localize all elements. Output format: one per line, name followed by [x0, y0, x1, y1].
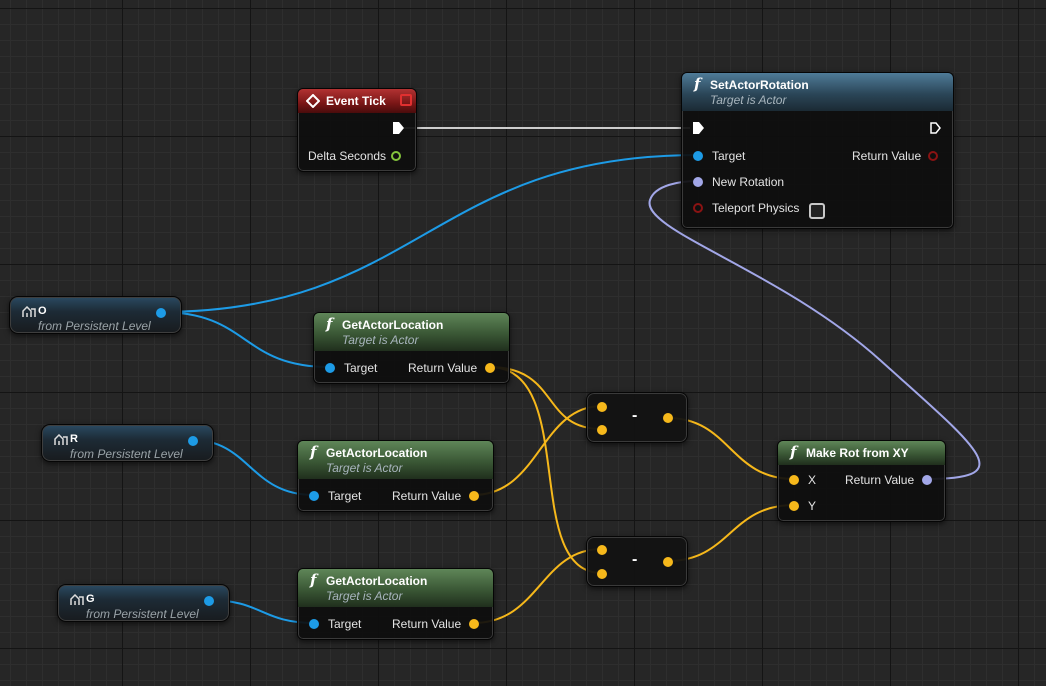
- event-exec-out-pin[interactable]: [393, 122, 404, 134]
- variable-o-source: from Persistent Level: [38, 319, 151, 333]
- subtract-symbol: -: [632, 551, 638, 568]
- make-rot-y-pin[interactable]: [789, 501, 799, 511]
- variable-g-node[interactable]: G from Persistent Level: [57, 584, 230, 622]
- get-actor-location-node-3[interactable]: f GetActorLocation Target is Actor Targe…: [297, 568, 494, 640]
- event-tick-header: Event Tick: [298, 89, 416, 113]
- make-rot-from-xy-node[interactable]: f Make Rot from XY X Return Value Y: [777, 440, 946, 522]
- get-location-target-pin[interactable]: [309, 491, 319, 501]
- subtract-node-1[interactable]: -: [586, 392, 688, 443]
- set-actor-rotation-header: f SetActorRotation Target is Actor: [682, 73, 953, 111]
- set-actor-rotation-subtitle: Target is Actor: [710, 93, 787, 107]
- make-rot-x-pin[interactable]: [789, 475, 799, 485]
- delta-seconds-pin[interactable]: [391, 151, 401, 161]
- set-rotation-exec-in-pin[interactable]: [693, 122, 704, 134]
- teleport-physics-pin[interactable]: [693, 203, 703, 213]
- get-actor-location-subtitle: Target is Actor: [326, 461, 403, 475]
- wire-o-to-getloc1: [159, 311, 331, 368]
- subtract-input-b-pin[interactable]: [597, 569, 607, 579]
- get-location-return-pin[interactable]: [485, 363, 495, 373]
- get-location-target-pin[interactable]: [325, 363, 335, 373]
- teleport-physics-checkbox[interactable]: [809, 203, 825, 219]
- function-icon: f: [310, 571, 317, 589]
- set-rotation-target-pin[interactable]: [693, 151, 703, 161]
- make-rot-title: Make Rot from XY: [806, 446, 909, 460]
- variable-o-name: O: [38, 305, 47, 317]
- variable-r-pin[interactable]: [188, 436, 198, 446]
- event-tick-node[interactable]: Event Tick Delta Seconds: [297, 88, 417, 172]
- variable-r-source: from Persistent Level: [70, 447, 183, 461]
- get-actor-location-node-1[interactable]: f GetActorLocation Target is Actor Targe…: [313, 312, 510, 384]
- level-actor-icon: [22, 306, 36, 317]
- get-location-return-label: Return Value: [408, 361, 478, 375]
- get-location-return-pin[interactable]: [469, 491, 479, 501]
- teleport-physics-label: Teleport Physics: [712, 201, 800, 215]
- subtract-output-pin[interactable]: [663, 413, 673, 423]
- new-rotation-label: New Rotation: [712, 175, 785, 189]
- variable-o-node[interactable]: O from Persistent Level: [9, 296, 182, 334]
- make-rot-y-label: Y: [808, 499, 817, 513]
- function-icon: f: [790, 443, 797, 461]
- make-rot-return-label: Return Value: [845, 473, 915, 487]
- subtract-output-pin[interactable]: [663, 557, 673, 567]
- function-icon: f: [694, 75, 701, 93]
- subtract-input-a-pin[interactable]: [597, 545, 607, 555]
- event-red-square-icon: [400, 94, 412, 106]
- get-actor-location-header: f GetActorLocation Target is Actor: [298, 569, 493, 607]
- function-icon: f: [310, 443, 317, 461]
- get-actor-location-subtitle: Target is Actor: [326, 589, 403, 603]
- variable-g-pin[interactable]: [204, 596, 214, 606]
- get-actor-location-subtitle: Target is Actor: [342, 333, 419, 347]
- variable-g-source: from Persistent Level: [86, 607, 199, 621]
- get-actor-location-header: f GetActorLocation Target is Actor: [314, 313, 509, 351]
- subtract-symbol: -: [632, 407, 638, 424]
- set-rotation-target-label: Target: [712, 149, 746, 163]
- get-actor-location-title: GetActorLocation: [326, 574, 428, 588]
- set-actor-rotation-title: SetActorRotation: [710, 78, 809, 92]
- make-rot-header: f Make Rot from XY: [778, 441, 945, 465]
- event-tick-title: Event Tick: [326, 94, 386, 108]
- set-rotation-exec-out-pin[interactable]: [930, 122, 941, 134]
- event-diamond-icon: [306, 94, 320, 108]
- get-actor-location-node-2[interactable]: f GetActorLocation Target is Actor Targe…: [297, 440, 494, 512]
- subtract-input-a-pin[interactable]: [597, 402, 607, 412]
- variable-g-name: G: [86, 593, 95, 605]
- get-location-return-label: Return Value: [392, 617, 462, 631]
- wire-o-to-set-target: [159, 154, 699, 313]
- level-actor-icon: [70, 594, 84, 605]
- make-rot-return-pin[interactable]: [922, 475, 932, 485]
- variable-o-pin[interactable]: [156, 308, 166, 318]
- set-actor-rotation-node[interactable]: f SetActorRotation Target is Actor Targe…: [681, 72, 954, 229]
- get-location-target-label: Target: [328, 489, 362, 503]
- wire-getloc1-to-sub2b: [488, 366, 603, 574]
- get-location-target-pin[interactable]: [309, 619, 319, 629]
- get-location-return-pin[interactable]: [469, 619, 479, 629]
- get-actor-location-title: GetActorLocation: [342, 318, 444, 332]
- set-rotation-return-label: Return Value: [852, 149, 922, 163]
- get-actor-location-title: GetActorLocation: [326, 446, 428, 460]
- variable-r-node[interactable]: R from Persistent Level: [41, 424, 214, 462]
- get-location-target-label: Target: [344, 361, 378, 375]
- subtract-input-b-pin[interactable]: [597, 425, 607, 435]
- get-actor-location-header: f GetActorLocation Target is Actor: [298, 441, 493, 479]
- new-rotation-pin[interactable]: [693, 177, 703, 187]
- function-icon: f: [326, 315, 333, 333]
- delta-seconds-label: Delta Seconds: [308, 149, 387, 163]
- get-location-target-label: Target: [328, 617, 362, 631]
- set-rotation-return-pin[interactable]: [928, 151, 938, 161]
- variable-r-name: R: [70, 433, 78, 445]
- make-rot-x-label: X: [808, 473, 817, 487]
- level-actor-icon: [54, 434, 68, 445]
- subtract-node-2[interactable]: -: [586, 536, 688, 587]
- get-location-return-label: Return Value: [392, 489, 462, 503]
